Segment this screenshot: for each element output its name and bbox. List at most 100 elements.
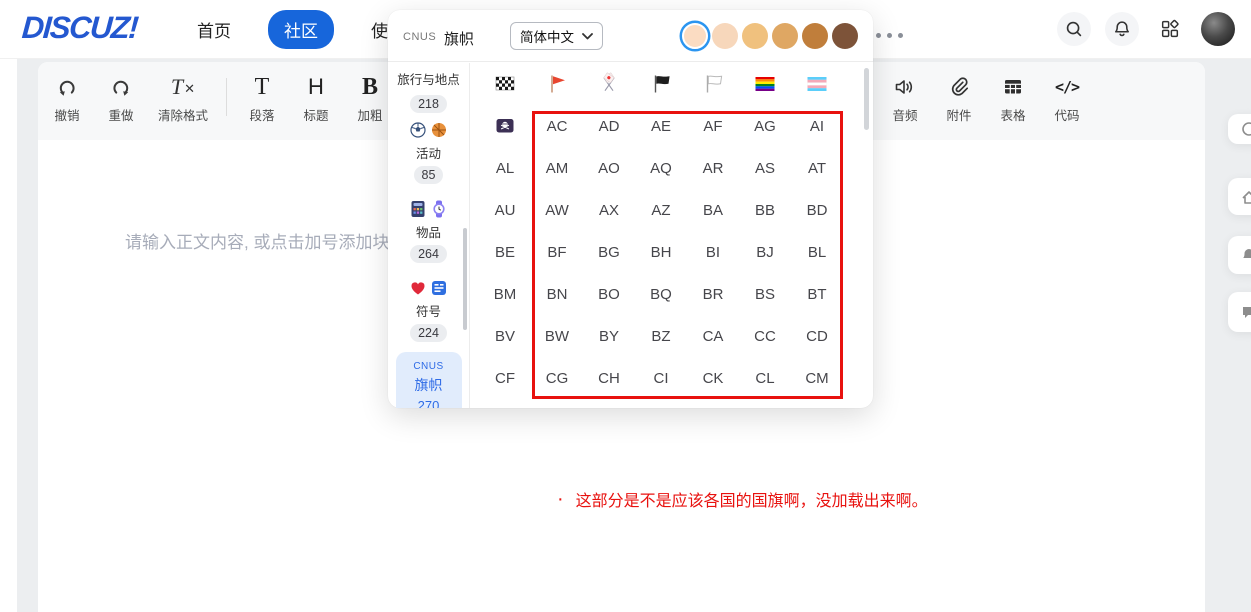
sidebar-category-label[interactable]: 活动 [416,143,441,162]
flag-code-AO[interactable]: AO [583,147,635,189]
tool-label: 重做 [108,105,133,124]
more-menu-button[interactable] [876,33,903,38]
flag-code-BN[interactable]: BN [531,273,583,315]
flag-code-AW[interactable]: AW [531,189,583,231]
tool-table-button[interactable]: 表格 [986,68,1040,124]
crossed-flags-icon[interactable] [583,63,635,105]
flag-code-CK[interactable]: CK [687,357,739,399]
checkered-flag-icon[interactable] [479,63,531,105]
flag-code-CI[interactable]: CI [635,357,687,399]
flag-code-AZ[interactable]: AZ [635,189,687,231]
sidebar-category-flags[interactable]: CNUS旗帜270 [396,352,462,408]
flag-code-BL[interactable]: BL [791,231,843,273]
flag-code-AI[interactable]: AI [791,105,843,147]
flag-code-AF[interactable]: AF [687,105,739,147]
flag-code-BM[interactable]: BM [479,273,531,315]
category-sample-emojis[interactable] [409,279,448,297]
flag-code-BR[interactable]: BR [687,273,739,315]
sidebar-category-label[interactable]: 物品 [416,222,441,241]
flag-code-BG[interactable]: BG [583,231,635,273]
tool-redo-button[interactable]: 重做 [94,68,148,124]
flag-code-AU[interactable]: AU [479,189,531,231]
flag-code-AE[interactable]: AE [635,105,687,147]
flag-code-AG[interactable]: AG [739,105,791,147]
discuz-logo[interactable]: DISCUZ! [21,10,139,46]
category-sample-emojis[interactable] [409,121,448,139]
flag-code-AC[interactable]: AC [531,105,583,147]
flag-code-CD[interactable]: CD [791,315,843,357]
tool-code-button[interactable]: </>代码 [1040,68,1094,124]
skin-tone-swatch-1[interactable] [682,23,708,49]
flag-code-CC[interactable]: CC [739,315,791,357]
tool-heading-button[interactable]: H标题 [289,68,343,124]
ellipsis-icon [898,33,903,38]
flag-code-CL[interactable]: CL [739,357,791,399]
search-button[interactable] [1057,12,1091,46]
flag-code-AX[interactable]: AX [583,189,635,231]
black-flag-icon[interactable] [635,63,687,105]
flag-code-AT[interactable]: AT [791,147,843,189]
flag-code-BA[interactable]: BA [687,189,739,231]
flag-code-BT[interactable]: BT [791,273,843,315]
notifications-button[interactable] [1105,12,1139,46]
flag-code-AD[interactable]: AD [583,105,635,147]
tool-audio-button[interactable]: 音频 [878,68,932,124]
table-icon [1001,72,1025,102]
side-floating-button-4[interactable] [1228,292,1251,332]
flag-code-AR[interactable]: AR [687,147,739,189]
pirate-flag-icon[interactable] [479,105,531,147]
flag-code-BQ[interactable]: BQ [635,273,687,315]
white-flag-icon[interactable] [687,63,739,105]
flag-code-AL[interactable]: AL [479,147,531,189]
flag-code-BF[interactable]: BF [531,231,583,273]
side-floating-button-2[interactable] [1228,178,1251,215]
skin-tone-swatch-2[interactable] [712,23,738,49]
flag-code-BD[interactable]: BD [791,189,843,231]
apps-button[interactable] [1153,12,1187,46]
skin-tone-swatch-3[interactable] [742,23,768,49]
transgender-flag-icon[interactable] [791,63,843,105]
flag-code-BV[interactable]: BV [479,315,531,357]
flag-code-BS[interactable]: BS [739,273,791,315]
skin-tone-swatch-5[interactable] [802,23,828,49]
nav-item-home[interactable]: 首页 [186,10,242,49]
sidebar-category-label[interactable]: 符号 [416,301,441,320]
category-sample-emojis[interactable] [409,200,448,218]
tool-clear-format-button[interactable]: T✕清除格式 [148,68,218,124]
flag-code-BJ[interactable]: BJ [739,231,791,273]
flag-code-BW[interactable]: BW [531,315,583,357]
skin-tone-picker [682,23,858,49]
flag-code-BZ[interactable]: BZ [635,315,687,357]
flag-code-CF[interactable]: CF [479,357,531,399]
flag-code-BB[interactable]: BB [739,189,791,231]
flag-code-BY[interactable]: BY [583,315,635,357]
tool-undo-button[interactable]: 撤销 [40,68,94,124]
flag-code-BI[interactable]: BI [687,231,739,273]
flag-code-AS[interactable]: AS [739,147,791,189]
flag-code-BO[interactable]: BO [583,273,635,315]
flag-code-CM[interactable]: CM [791,357,843,399]
flag-code-AM[interactable]: AM [531,147,583,189]
tool-paragraph-button[interactable]: T段落 [235,68,289,124]
flag-code-AQ[interactable]: AQ [635,147,687,189]
language-select[interactable]: 简体中文 [510,22,603,50]
side-floating-button-3[interactable] [1228,236,1251,274]
tool-attachment-button[interactable]: 附件 [932,68,986,124]
sidebar-category-label[interactable]: 旅行与地点 [397,69,460,88]
sidebar-scrollbar[interactable] [463,228,467,330]
skin-tone-swatch-4[interactable] [772,23,798,49]
rainbow-flag-icon[interactable] [739,63,791,105]
triangular-flag-icon[interactable] [531,63,583,105]
editor-placeholder[interactable]: 请输入正文内容, 或点击加号添加块 [125,228,389,253]
flag-code-BH[interactable]: BH [635,231,687,273]
flag-code-CG[interactable]: CG [531,357,583,399]
grid-scrollbar[interactable] [864,68,869,130]
flag-code-CH[interactable]: CH [583,357,635,399]
side-floating-button-1[interactable] [1228,114,1251,144]
nav-item-community[interactable]: 社区 [268,10,334,49]
tool-label: 表格 [1000,105,1025,124]
user-avatar[interactable] [1201,12,1235,46]
flag-code-CA[interactable]: CA [687,315,739,357]
flag-code-BE[interactable]: BE [479,231,531,273]
skin-tone-swatch-6[interactable] [832,23,858,49]
